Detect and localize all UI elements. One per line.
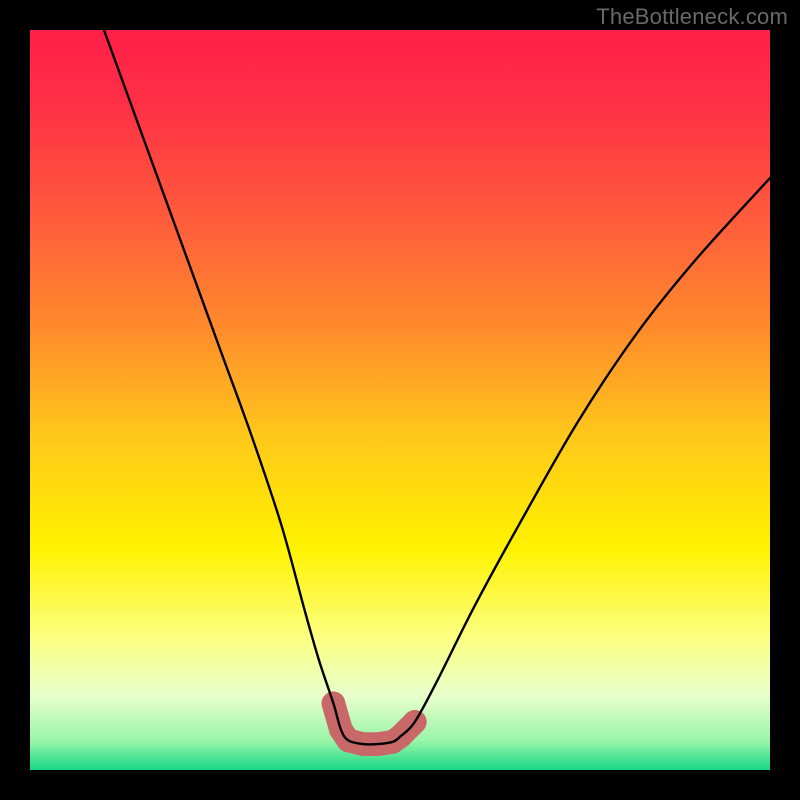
chart-svg [30, 30, 770, 770]
plot-area [30, 30, 770, 770]
chart-frame: TheBottleneck.com [0, 0, 800, 800]
attribution-text: TheBottleneck.com [596, 4, 788, 30]
gradient-background [30, 30, 770, 770]
